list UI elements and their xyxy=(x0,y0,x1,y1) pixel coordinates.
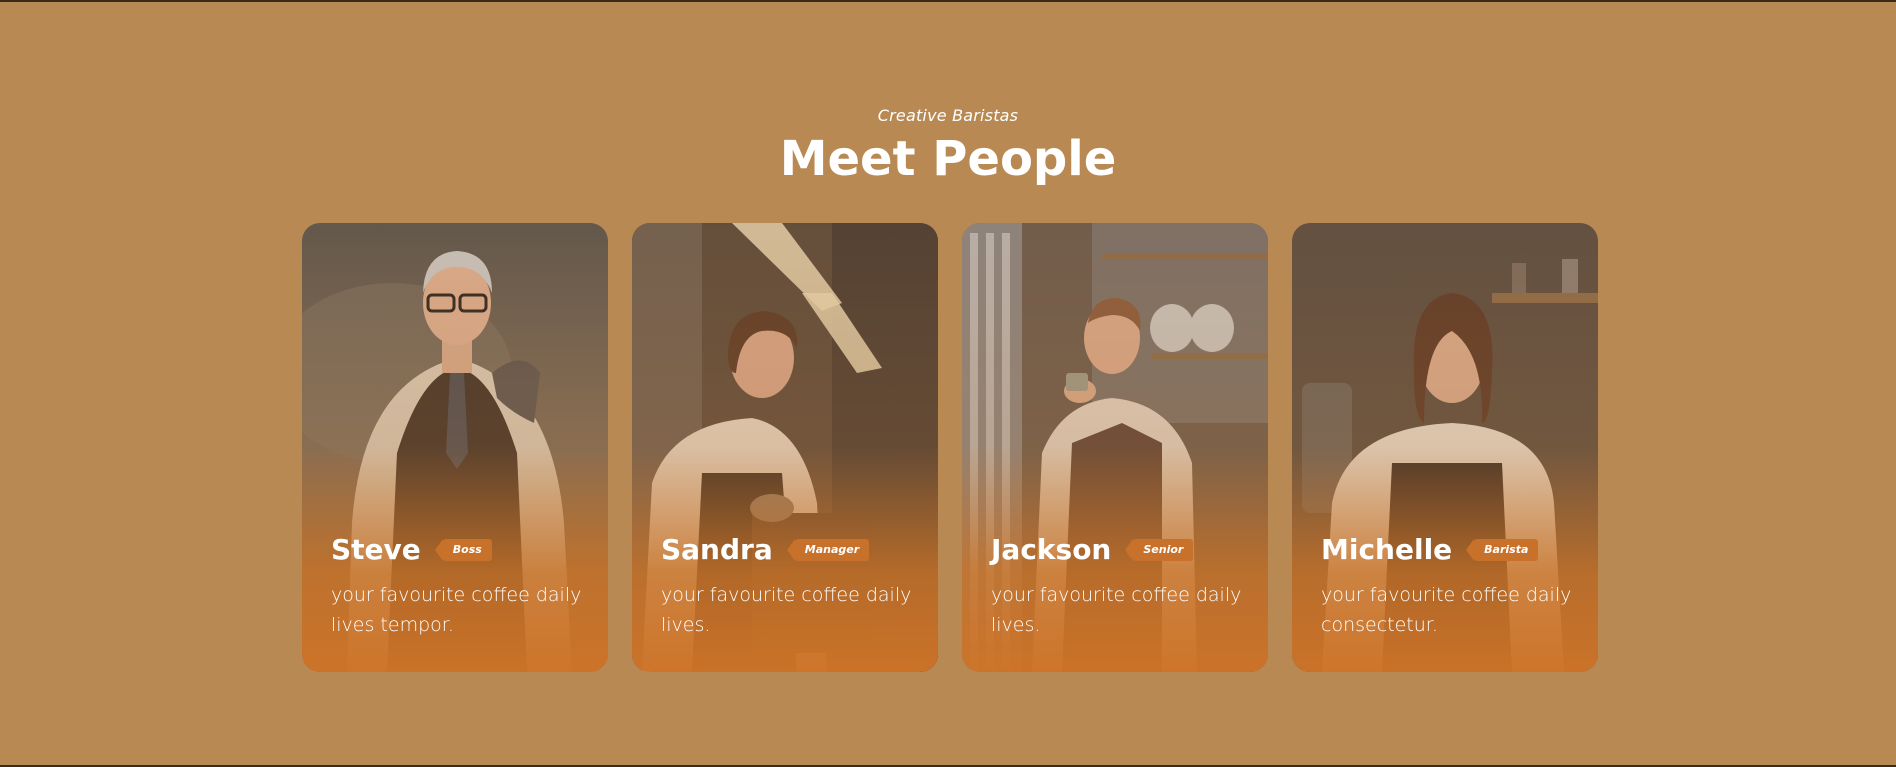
member-description: your favourite coffee daily lives. xyxy=(661,584,912,636)
role-badge: Barista xyxy=(1466,539,1539,561)
member-description: your favourite coffee daily lives tempor… xyxy=(331,584,582,636)
member-name: Jackson xyxy=(991,533,1112,566)
section-header: Creative Baristas Meet People xyxy=(0,106,1896,187)
card-content: Jackson Senior your favourite coffee dai… xyxy=(991,533,1248,640)
member-description: your favourite coffee daily consectetur. xyxy=(1321,584,1572,636)
team-card-michelle[interactable]: Michelle Barista your favourite coffee d… xyxy=(1292,223,1598,672)
member-name: Steve xyxy=(331,533,421,566)
section-title: Meet People xyxy=(779,131,1117,187)
name-row: Michelle Barista xyxy=(1321,533,1578,567)
team-card-sandra[interactable]: Sandra Manager your favourite coffee dai… xyxy=(632,223,938,672)
team-card-steve[interactable]: Steve Boss your favourite coffee daily l… xyxy=(302,223,608,672)
section-subtitle: Creative Baristas xyxy=(877,106,1019,125)
team-card-jackson[interactable]: Jackson Senior your favourite coffee dai… xyxy=(962,223,1268,672)
member-name: Sandra xyxy=(661,533,773,566)
member-description: your favourite coffee daily lives. xyxy=(991,584,1242,636)
team-cards: Steve Boss your favourite coffee daily l… xyxy=(302,223,1598,672)
role-badge: Manager xyxy=(786,539,870,561)
name-row: Steve Boss xyxy=(331,533,588,567)
role-badge: Senior xyxy=(1125,539,1194,561)
name-row: Sandra Manager xyxy=(661,533,918,567)
member-name: Michelle xyxy=(1321,533,1453,566)
card-content: Sandra Manager your favourite coffee dai… xyxy=(661,533,918,640)
role-badge: Boss xyxy=(434,539,492,561)
card-content: Steve Boss your favourite coffee daily l… xyxy=(331,533,588,640)
card-content: Michelle Barista your favourite coffee d… xyxy=(1321,533,1578,640)
name-row: Jackson Senior xyxy=(991,533,1248,567)
